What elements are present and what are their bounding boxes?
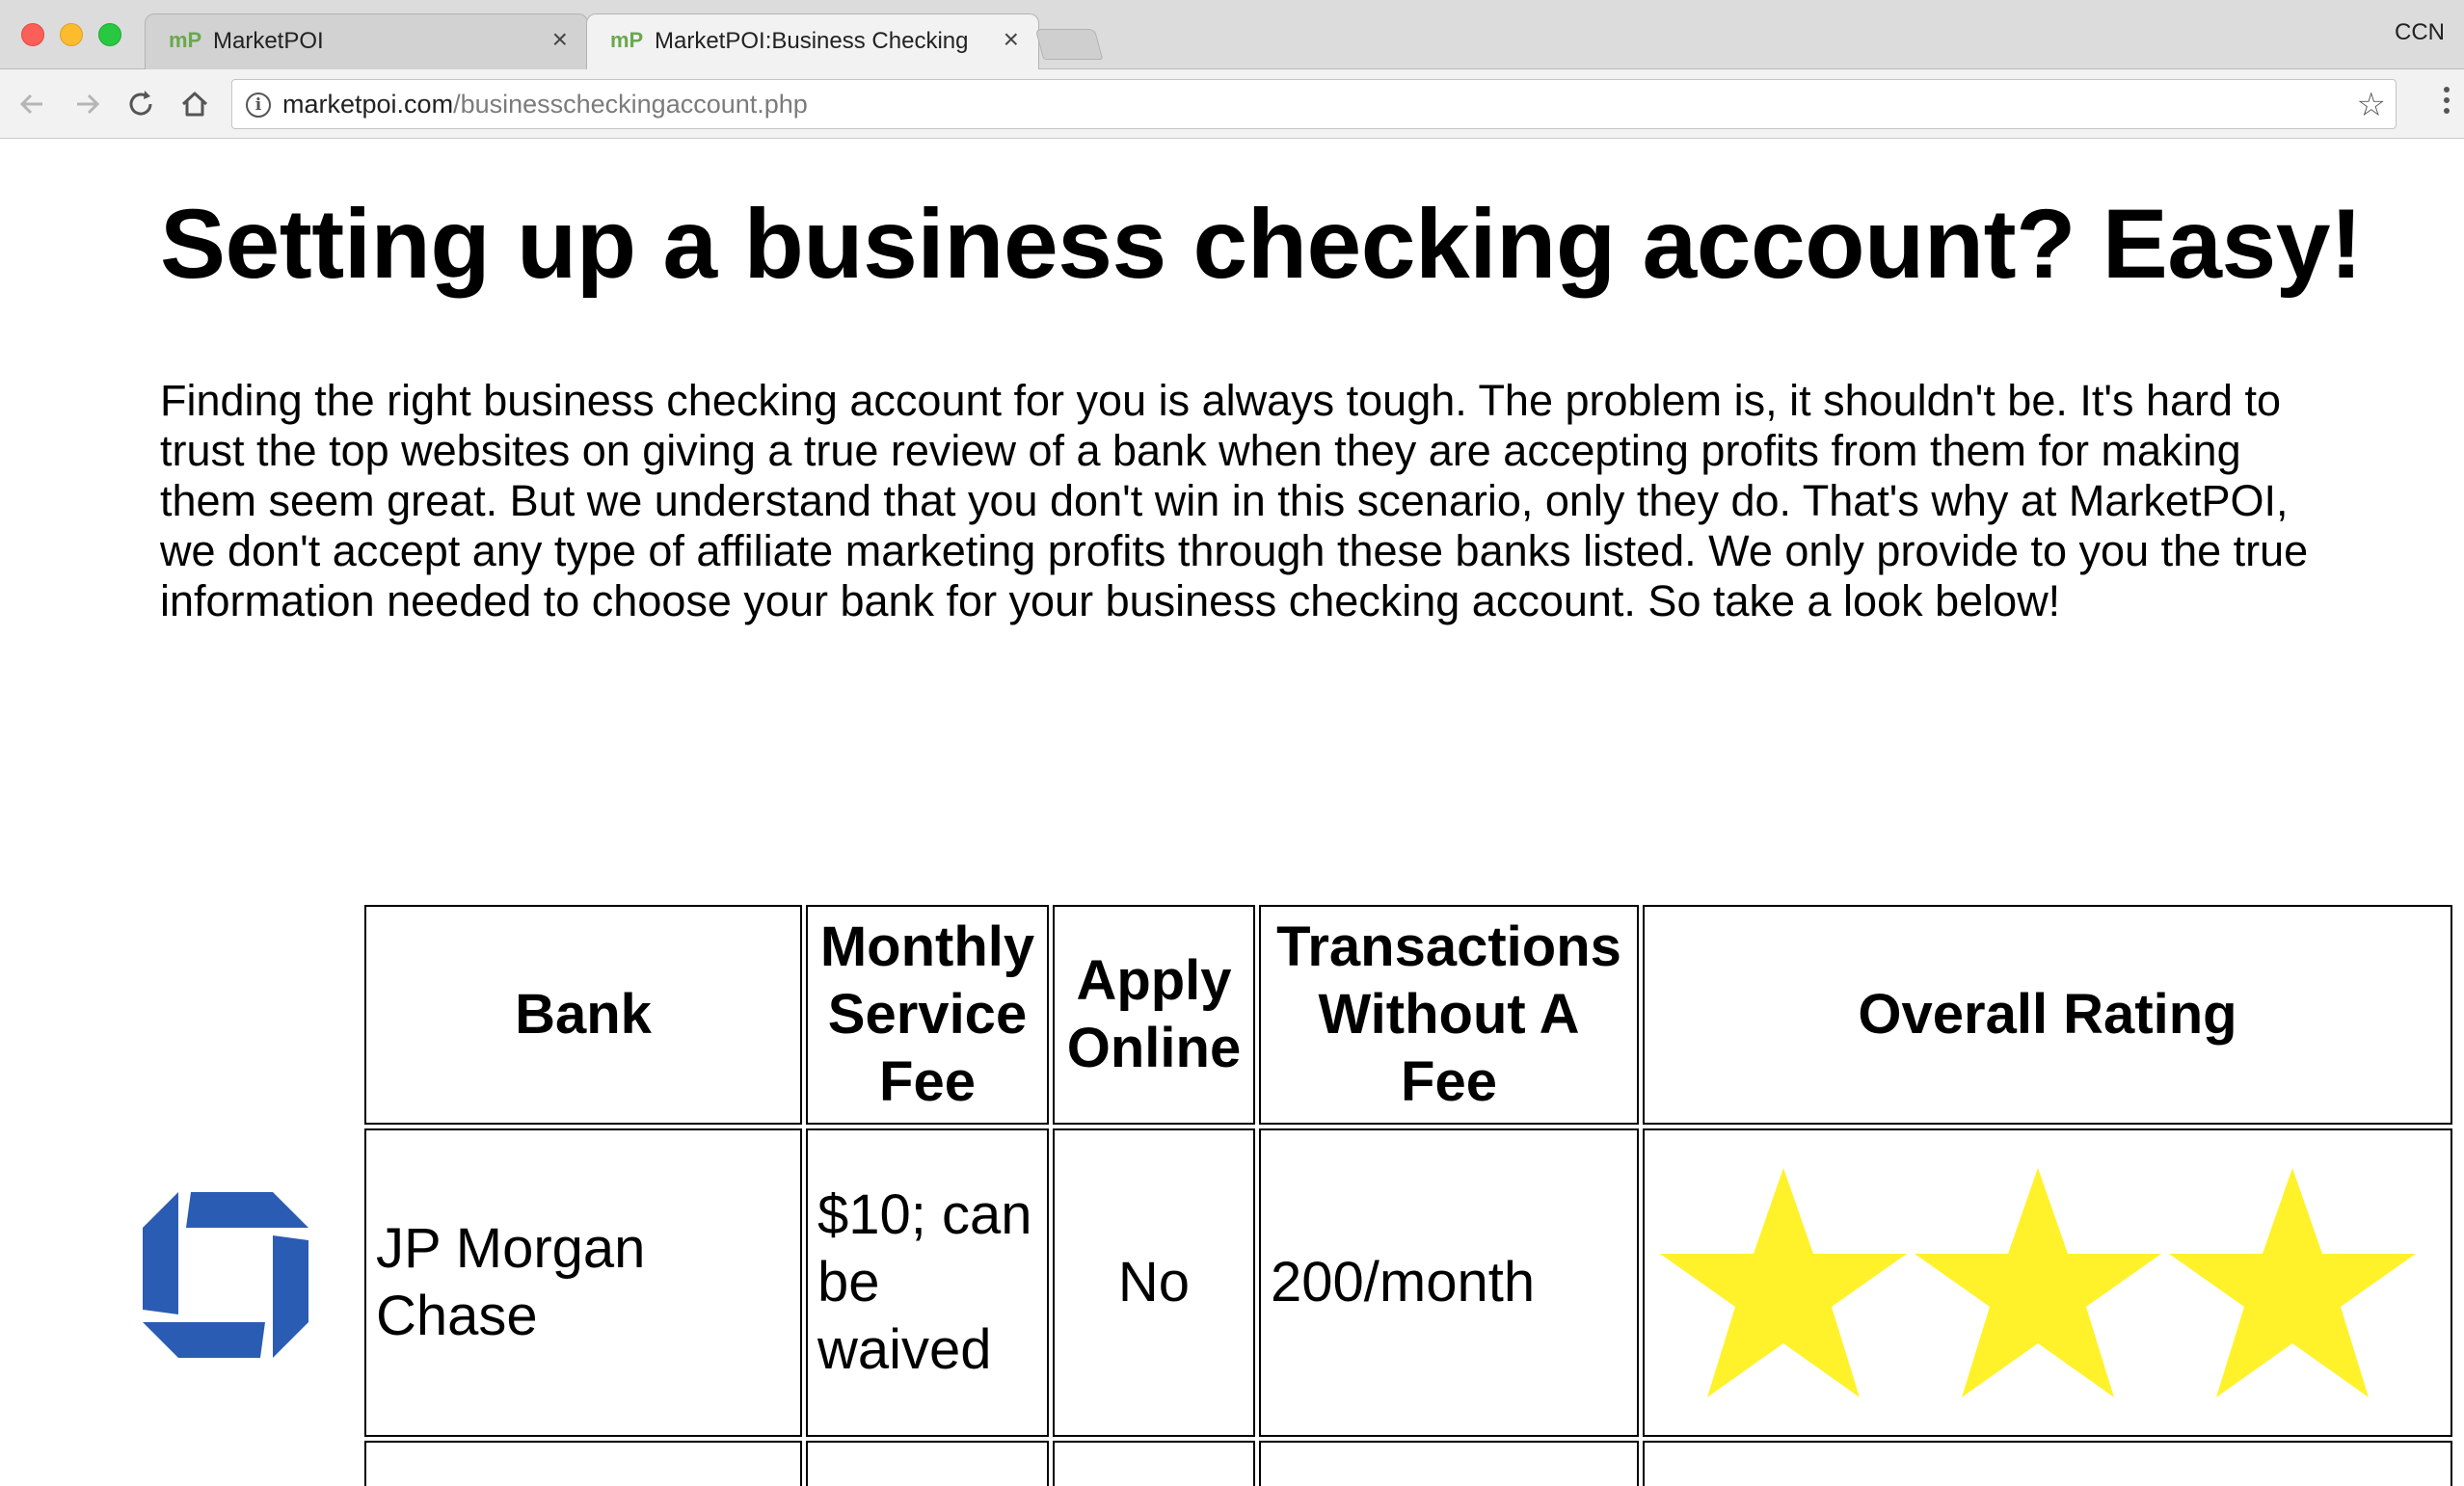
apply-online-cell [1053,1441,1255,1486]
tab-close-icon[interactable]: × [552,24,568,54]
window-maximize-button[interactable] [98,23,121,46]
rating-cell [1643,1128,2452,1437]
back-arrow-icon[interactable] [13,85,52,123]
browser-toolbar: i marketpoi.com/businesscheckingaccount.… [0,69,2464,139]
tab-close-icon[interactable]: × [1004,24,1019,54]
rating-star-icon [1909,1162,2167,1403]
table-row: JP Morgan Chase $10; can be waived No 20… [91,1128,2452,1437]
tab-title: MarketPOI [213,28,324,54]
rating-column-header: Overall Rating [1643,905,2452,1125]
bookmark-star-icon[interactable]: ☆ [2357,86,2386,124]
tab-title: MarketPOI:Business Checking [655,28,969,54]
bank-name-cell [364,1441,802,1486]
forward-arrow-icon[interactable] [67,85,106,123]
rating-stars [1654,1162,2441,1403]
window-close-button[interactable] [21,23,44,46]
table-row [91,1441,2452,1486]
bank-column-header: Bank [364,905,802,1125]
page-headline: Setting up a business checking account? … [160,189,2363,299]
apply-online-column-header: Apply Online [1053,905,1255,1125]
page-content: Setting up a business checking account? … [0,140,2464,1486]
bank-logo-cell [91,1128,361,1437]
browser-tab-bar: mP MarketPOI × mP MarketPOI:Business Che… [0,0,2464,70]
apply-online-cell: No [1053,1128,1255,1437]
browser-menu-icon[interactable] [2443,87,2451,121]
transactions-cell [1259,1441,1639,1486]
bank-name-cell: JP Morgan Chase [364,1128,802,1437]
new-tab-button[interactable] [1034,29,1104,60]
logo-column-header [91,905,361,1125]
rating-star-icon [1654,1162,1913,1403]
url-host: marketpoi.com [282,90,454,119]
rating-cell [1643,1441,2452,1486]
transactions-cell: 200/month [1259,1128,1639,1437]
home-icon[interactable] [175,85,214,123]
marketpoi-favicon-icon: mP [169,28,202,52]
rating-star-icon [2163,1162,2422,1403]
chase-octagon-logo-icon [143,1192,308,1373]
monthly-fee-cell: $10; can be waived [806,1128,1049,1437]
browser-tab-business-checking[interactable]: mP MarketPOI:Business Checking × [586,13,1039,70]
marketpoi-favicon-icon: mP [610,28,644,52]
monthly-fee-column-header: Monthly Service Fee [806,905,1049,1125]
address-bar[interactable]: i marketpoi.com/businesscheckingaccount.… [231,79,2397,129]
info-icon[interactable]: i [246,93,271,118]
reload-icon[interactable] [121,85,160,123]
bank-comparison-table: Bank Monthly Service Fee Apply Online Tr… [87,901,2456,1486]
transactions-column-header: Transactions Without A Fee [1259,905,1639,1125]
url-path: /businesscheckingaccount.php [453,90,808,119]
url-text[interactable]: marketpoi.com/businesscheckingaccount.ph… [282,90,808,119]
profile-label[interactable]: CCN [2395,19,2445,46]
table-header-row: Bank Monthly Service Fee Apply Online Tr… [91,905,2452,1125]
bank-logo-cell [91,1441,361,1486]
browser-tab-marketpoi[interactable]: mP MarketPOI × [145,13,588,69]
monthly-fee-cell [806,1441,1049,1486]
intro-paragraph: Finding the right business checking acco… [160,376,2309,625]
window-minimize-button[interactable] [60,23,83,46]
